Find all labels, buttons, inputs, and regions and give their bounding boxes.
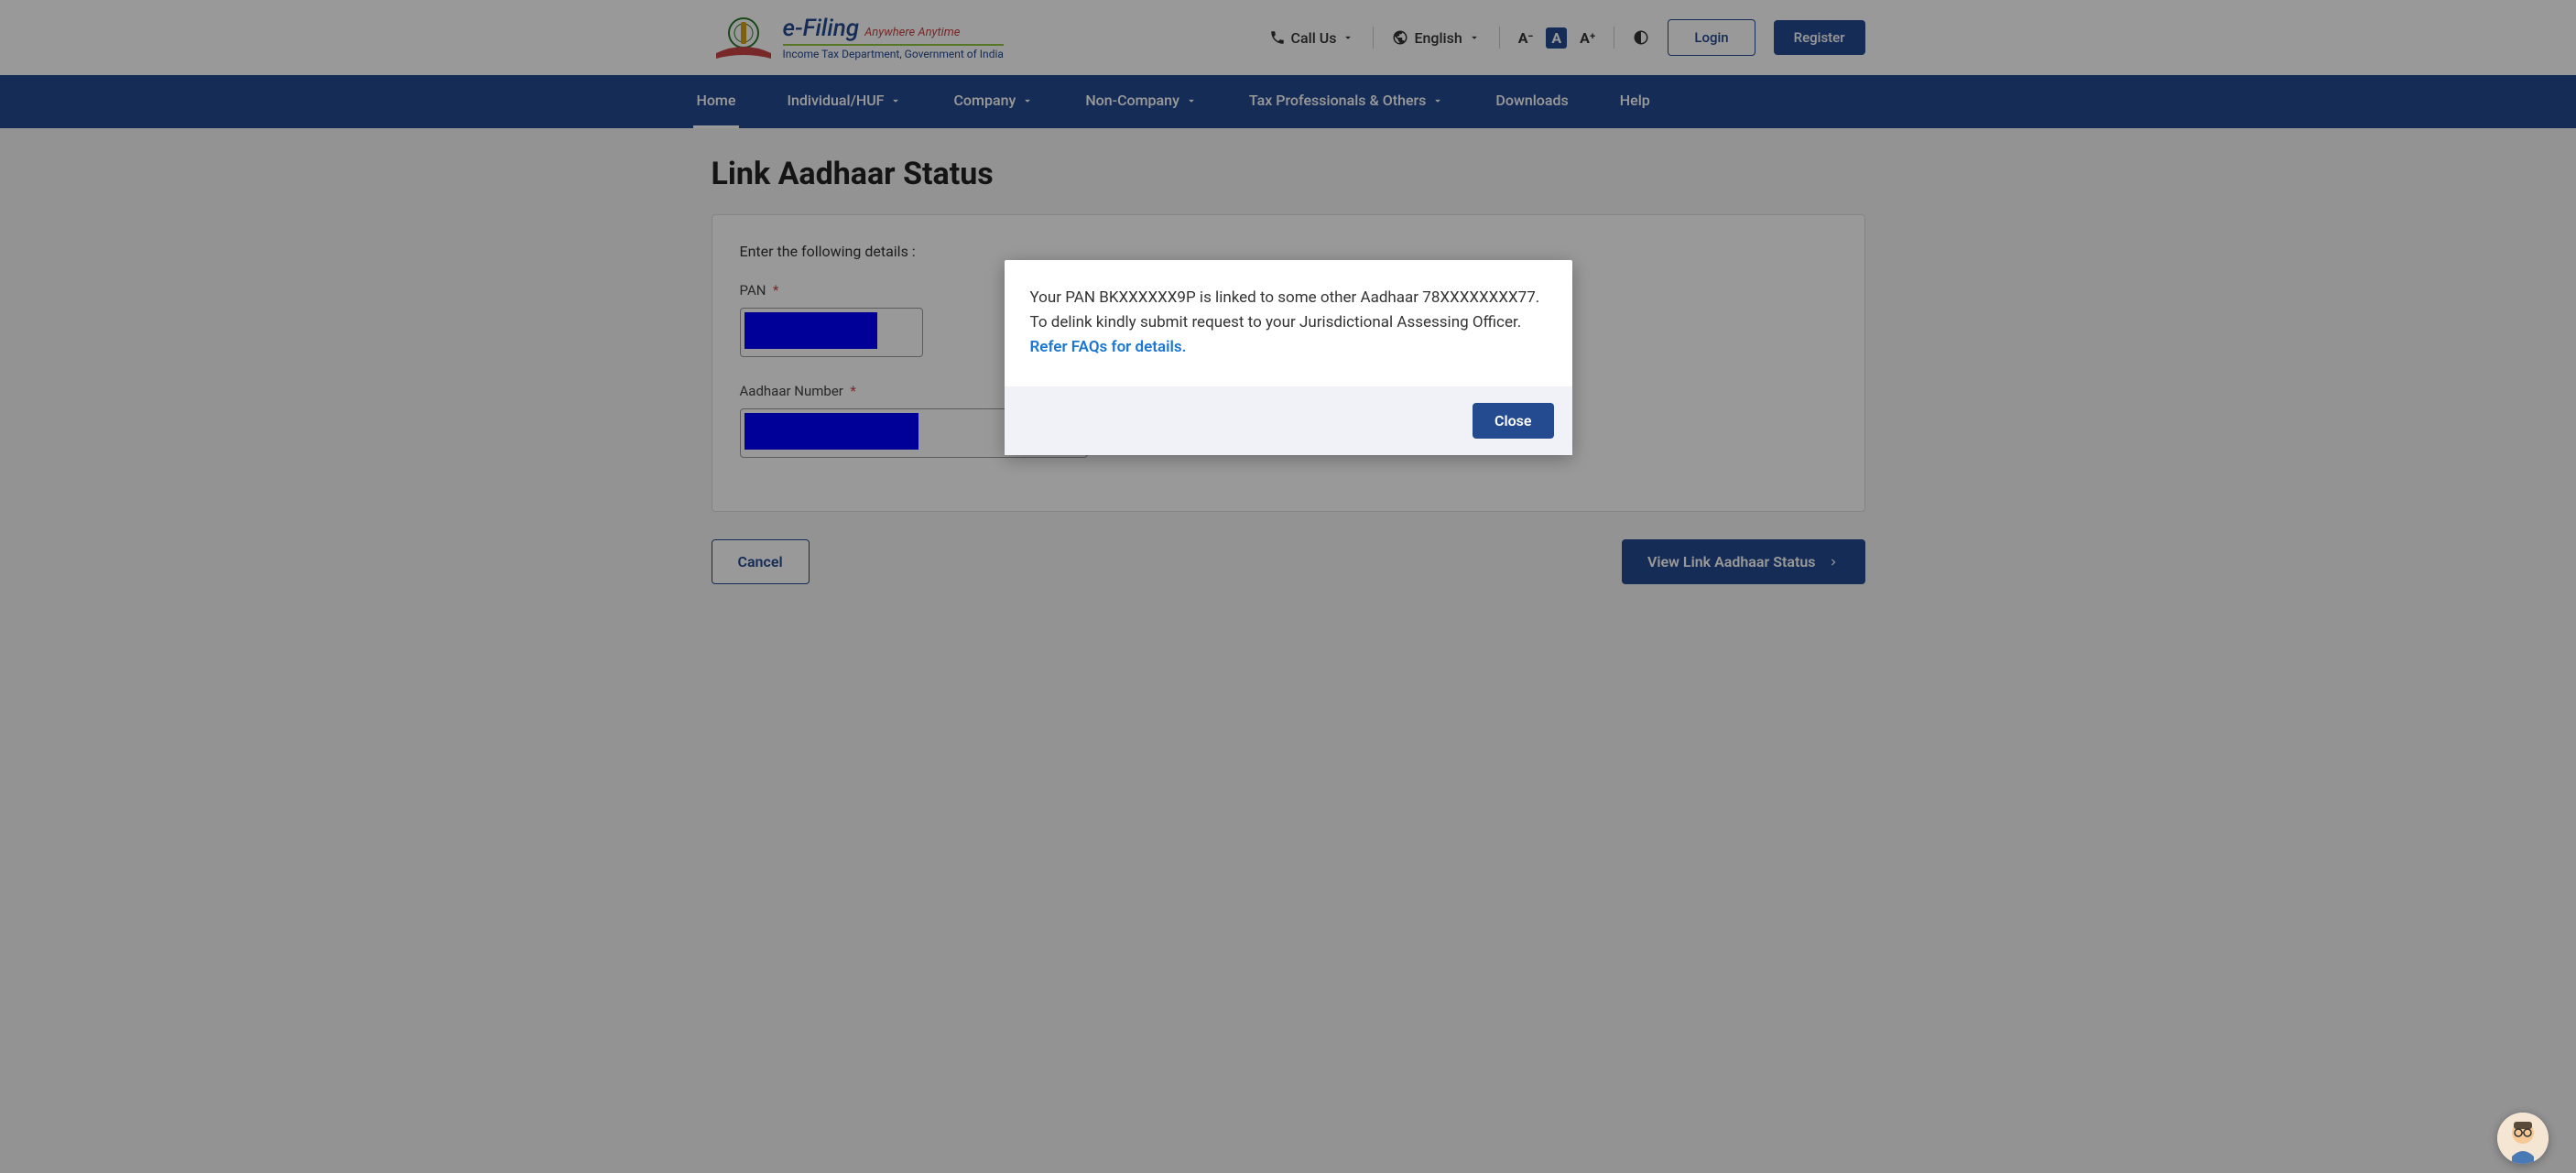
chat-widget[interactable] (2497, 1113, 2549, 1164)
modal-body: Your PAN BKXXXXXX9P is linked to some ot… (1005, 260, 1572, 386)
modal-overlay[interactable] (0, 0, 2576, 1173)
modal-footer: Close (1005, 386, 1572, 455)
faqs-link[interactable]: Refer FAQs for details. (1030, 338, 1187, 356)
avatar-icon (2497, 1113, 2549, 1164)
close-button[interactable]: Close (1473, 403, 1554, 439)
status-modal: Your PAN BKXXXXXX9P is linked to some ot… (1005, 260, 1572, 455)
modal-message: Your PAN BKXXXXXX9P is linked to some ot… (1030, 288, 1540, 331)
